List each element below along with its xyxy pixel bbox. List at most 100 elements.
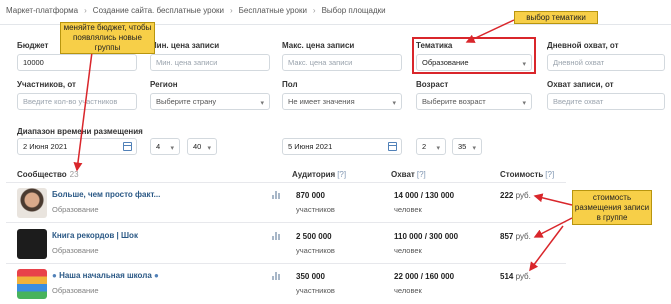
help-icon[interactable]: [?] [417,170,426,179]
topic-annotation: выбор тематики [514,11,598,24]
avatar [17,269,47,299]
table-row[interactable]: Книга рекордов | Шок Образование 2 500 0… [0,226,600,262]
avatar [17,229,47,259]
hour-to-select[interactable]: 2 ▾ [416,138,446,155]
community-name[interactable]: ● Наша начальная школа ● [52,271,159,280]
post-reach-label: Охват записи, от [547,80,614,89]
audience-value: 2 500 000 [296,232,332,241]
topic-highlight [412,37,536,74]
hour-to-value: 2 [422,142,427,151]
table-row[interactable]: Больше, чем просто факт... Образование 8… [0,185,600,221]
price-amount: 857 [500,232,514,241]
stats-icon[interactable] [272,191,280,199]
breadcrumb-item[interactable]: Маркет-платформа [6,6,78,15]
budget-annotation: меняйте бюджет, чтобы появлялись новые г… [60,22,155,54]
cost-header[interactable]: Стоимость [?] [500,170,554,179]
chevron-down-icon: ▾ [170,145,174,152]
age-select-value: Выберите возраст [422,97,486,106]
reach-unit: человек [394,286,422,295]
audience-header[interactable]: Аудитория [?] [292,170,346,179]
help-icon[interactable]: [?] [337,170,346,179]
currency: руб. [515,191,531,200]
gender-select[interactable]: Не имеет значения ▾ [282,93,402,110]
gender-select-value: Не имеет значения [288,97,355,106]
reach-unit: человек [394,205,422,214]
post-reach-input[interactable]: Введите охват [547,93,665,110]
community-name[interactable]: Больше, чем просто факт... [52,190,160,199]
audience-value: 870 000 [296,191,325,200]
breadcrumb-separator: › [229,6,233,15]
hour-from-value: 4 [156,142,161,151]
reach-value: 14 000 / 130 000 [394,191,455,200]
breadcrumb-item: Выбор площадки [321,6,386,15]
audience-value: 350 000 [296,272,325,281]
time-range-label: Диапазон времени размещения [17,127,143,136]
price-amount: 514 [500,272,514,281]
breadcrumb-item[interactable]: Создание сайта. бесплатные уроки [93,6,224,15]
community-category: Образование [52,286,99,295]
region-select[interactable]: Выберите страну ▾ [150,93,270,110]
reach-value: 110 000 / 300 000 [394,232,459,241]
divider [6,182,566,183]
price-value: 222 руб. [500,191,531,200]
currency: руб. [515,232,531,241]
daily-reach-input[interactable]: Дневной охват [547,54,665,71]
community-name[interactable]: Книга рекордов | Шок [52,231,138,240]
reach-unit: человек [394,246,422,255]
max-price-input[interactable]: Макс. цена записи [282,54,402,71]
budget-input[interactable]: 10000 [17,54,137,71]
age-select[interactable]: Выберите возраст ▾ [416,93,532,110]
chevron-down-icon: ▾ [392,100,396,107]
audience-unit: участников [296,286,335,295]
date-to-picker[interactable]: 5 Июня 2021 [282,138,402,155]
cost-header-label: Стоимость [500,170,544,179]
stats-icon[interactable] [272,232,280,240]
verified-icon: ● [151,271,159,280]
avatar [17,188,47,218]
audience-header-label: Аудитория [292,170,336,179]
budget-label: Бюджет [17,41,49,50]
calendar-icon [388,142,397,151]
age-label: Возраст [416,80,449,89]
date-from-picker[interactable]: 2 Июня 2021 [17,138,137,155]
help-icon[interactable]: [?] [545,170,554,179]
daily-reach-label: Дневной охват, от [547,41,619,50]
max-price-label: Макс. цена записи [282,41,355,50]
chevron-down-icon: ▾ [436,145,440,152]
min-price-input[interactable]: Мин. цена записи [150,54,270,71]
breadcrumb-item[interactable]: Бесплатные уроки [239,6,307,15]
minute-from-value: 40 [193,142,202,151]
chevron-down-icon: ▾ [260,100,264,107]
members-input[interactable]: Введите кол-во участников [17,93,137,110]
price-value: 857 руб. [500,232,531,241]
chevron-down-icon: ▾ [207,145,211,152]
date-from-value: 2 Июня 2021 [23,142,68,151]
breadcrumb-separator: › [312,6,316,15]
table-row[interactable]: ● Наша начальная школа ● Образование 350… [0,266,600,302]
currency: руб. [515,272,531,281]
date-to-value: 5 Июня 2021 [288,142,333,151]
members-label: Участников, от [17,80,76,89]
audience-unit: участников [296,205,335,214]
region-select-value: Выберите страну [156,97,217,106]
community-category: Образование [52,205,99,214]
chevron-down-icon: ▾ [472,145,476,152]
minute-to-select[interactable]: 35 ▾ [452,138,482,155]
reach-header[interactable]: Охват [?] [391,170,426,179]
stats-icon[interactable] [272,272,280,280]
community-header-label: Сообщество [17,170,67,179]
calendar-icon [123,142,132,151]
price-value: 514 руб. [500,272,531,281]
reach-header-label: Охват [391,170,415,179]
minute-to-value: 35 [458,142,467,151]
gender-label: Пол [282,80,298,89]
audience-unit: участников [296,246,335,255]
region-label: Регион [150,80,178,89]
hour-from-select[interactable]: 4 ▾ [150,138,180,155]
minute-from-select[interactable]: 40 ▾ [187,138,217,155]
community-name-text: Наша начальная школа [59,271,152,280]
breadcrumb: Маркет-платформа › Создание сайта. бесплат… [6,6,386,15]
chevron-down-icon: ▾ [522,100,526,107]
community-category: Образование [52,246,99,255]
cost-annotation: стоимость размещения записи в группе [572,190,652,225]
